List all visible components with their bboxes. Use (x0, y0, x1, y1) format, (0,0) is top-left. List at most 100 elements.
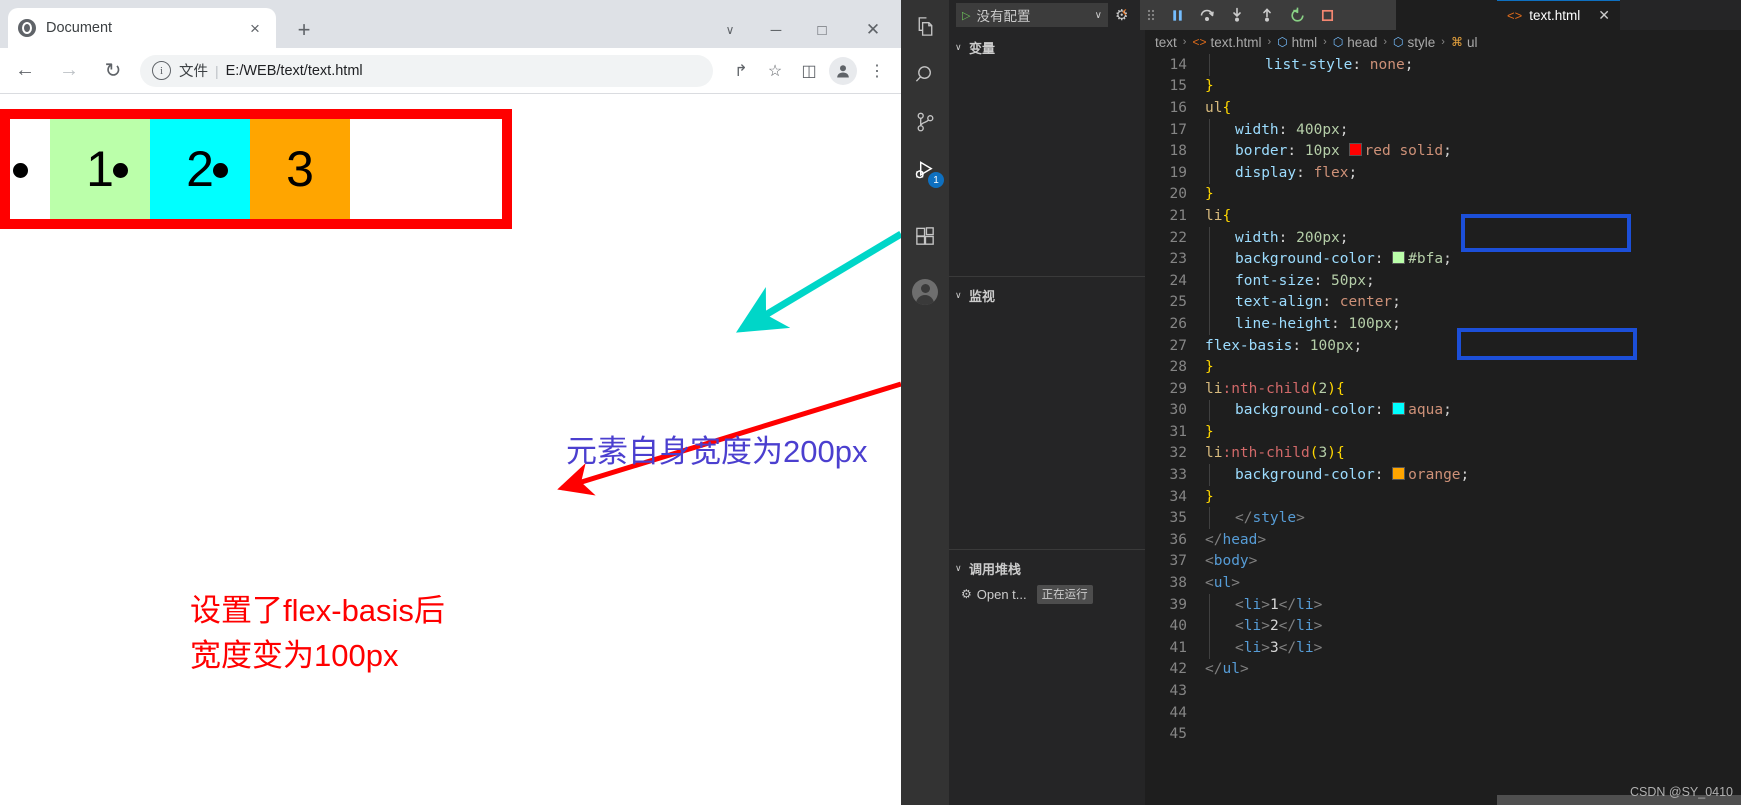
breadcrumb-item-text[interactable]: text (1155, 35, 1177, 50)
code-text: li:nth-child(2){ (1205, 381, 1345, 397)
step-out-button[interactable] (1252, 0, 1282, 30)
step-into-icon (1229, 7, 1245, 23)
info-icon[interactable]: i (152, 61, 171, 80)
pause-button[interactable] (1162, 0, 1192, 30)
share-icon[interactable]: ↱ (725, 55, 757, 87)
line-number: 18 (1145, 143, 1205, 159)
code-line: 44 (1145, 702, 1741, 724)
divider (949, 276, 1145, 277)
debug-section-variables[interactable]: ∨ 变量 (949, 36, 1145, 58)
code-text: ul{ (1205, 100, 1231, 116)
breadcrumb-item-ul[interactable]: ⌘ul (1451, 35, 1478, 50)
window-close-button[interactable]: ✕ (845, 6, 901, 54)
line-number: 42 (1145, 661, 1205, 677)
debug-configuration-select[interactable]: ▷ 没有配置 ∨ (956, 3, 1108, 27)
code-text: } (1205, 78, 1214, 94)
code-text: border: 10px red solid; (1205, 143, 1452, 159)
demo-list-item: 1 (50, 119, 150, 219)
debug-sidebar: ▷ 没有配置 ∨ ⚙ ∨ 变量 ∨ 监视 ∨ 调用堆栈 ⚙ (949, 0, 1145, 805)
indent-guide (1209, 270, 1210, 292)
debug-section-callstack-label: 调用堆栈 (969, 559, 1021, 578)
code-line: 32li:nth-child(3){ (1145, 443, 1741, 465)
code-text: font-size: 50px; (1205, 273, 1375, 289)
line-number: 31 (1145, 424, 1205, 440)
close-icon[interactable]: ✕ (1598, 7, 1610, 24)
chevron-down-icon[interactable]: ∨ (707, 6, 753, 54)
close-icon[interactable]: × (244, 17, 266, 39)
code-editor[interactable]: 14list-style: none;15}16ul{17width: 400p… (1145, 54, 1741, 805)
code-text: background-color: aqua; (1205, 402, 1452, 418)
demo-list-item: 2 (150, 119, 250, 219)
address-bar[interactable]: i 文件 | E:/WEB/text/text.html (140, 55, 713, 87)
step-over-button[interactable] (1192, 0, 1222, 30)
flex-basis-highlight (1457, 328, 1637, 360)
sidebar-item-extensions[interactable] (901, 212, 949, 260)
breadcrumb-item-head[interactable]: ⬡head (1333, 35, 1378, 50)
callstack-row[interactable]: ⚙ Open t... 正在运行 (949, 582, 1145, 606)
line-number: 29 (1145, 381, 1205, 397)
profile-avatar[interactable] (827, 55, 859, 87)
breadcrumb-separator: › (1323, 36, 1327, 48)
sidebar-item-run-and-debug[interactable]: 1 (901, 146, 949, 194)
stop-button[interactable] (1312, 0, 1342, 30)
browser-menu-icon[interactable]: ⋮ (861, 55, 893, 87)
code-line: 27flex-basis: 100px; (1145, 335, 1741, 357)
callstack-session-name: Open t... (977, 587, 1027, 602)
code-text: </ul> (1205, 661, 1249, 677)
window-controls: ∨ ─ □ ✕ (707, 6, 901, 54)
divider (949, 549, 1145, 550)
browser-tab-document[interactable]: Document × (8, 8, 276, 48)
browser-tab-title: Document (46, 20, 244, 36)
breadcrumb-separator: › (1383, 36, 1387, 48)
side-panel-icon[interactable]: ◫ (793, 55, 825, 87)
symbol-cube-icon: ⬡ (1277, 35, 1287, 49)
line-number: 38 (1145, 575, 1205, 591)
breadcrumb: text›<>text.html›⬡html›⬡head›⬡style›⌘ul (1145, 30, 1741, 54)
forward-button[interactable]: → (50, 52, 88, 90)
vscode-window: 1 ▷ 没有配置 ∨ ⚙ ∨ (901, 0, 1741, 805)
drag-handle[interactable] (1140, 8, 1162, 22)
url-scheme-label: 文件 (179, 60, 208, 81)
breadcrumb-item-style[interactable]: ⬡style (1393, 35, 1435, 50)
minimize-button[interactable]: ─ (753, 6, 799, 54)
code-line: 25text-align: center; (1145, 292, 1741, 314)
line-number: 23 (1145, 251, 1205, 267)
sidebar-item-source-control[interactable] (901, 98, 949, 146)
bookmark-star-icon[interactable]: ☆ (759, 55, 791, 87)
code-line: 17width: 400px; (1145, 119, 1741, 141)
debug-section-callstack[interactable]: ∨ 调用堆栈 (949, 557, 1145, 579)
maximize-button[interactable]: □ (799, 6, 845, 54)
reload-button[interactable]: ↻ (94, 52, 132, 90)
sidebar-item-explorer[interactable] (901, 2, 949, 50)
debug-toolbar-collapse-icon[interactable]: ‹ (1122, 3, 1127, 20)
code-text: list-style: none; (1205, 57, 1413, 73)
debug-section-watch[interactable]: ∨ 监视 (949, 284, 1145, 306)
account-icon[interactable] (901, 268, 949, 316)
person-icon (835, 63, 851, 79)
restart-icon (1289, 7, 1306, 24)
sidebar-item-search[interactable] (901, 50, 949, 98)
breadcrumb-item-text-html[interactable]: <>text.html (1192, 35, 1261, 50)
step-into-button[interactable] (1222, 0, 1252, 30)
indent-guide (1209, 400, 1210, 422)
debug-floating-toolbar (1140, 0, 1396, 30)
debug-config-label: 没有配置 (976, 5, 1094, 25)
account-avatar (912, 279, 938, 305)
new-tab-button[interactable]: + (290, 16, 318, 44)
restart-button[interactable] (1282, 0, 1312, 30)
play-icon[interactable]: ▷ (962, 9, 970, 22)
code-line: 36</head> (1145, 529, 1741, 551)
line-number: 37 (1145, 553, 1205, 569)
code-line: 41<li>3</li> (1145, 637, 1741, 659)
activity-bar: 1 (901, 0, 949, 805)
indent-guide (1209, 248, 1210, 270)
chevron-down-icon[interactable]: ∨ (1095, 10, 1102, 21)
code-line: 39<li>1</li> (1145, 594, 1741, 616)
back-button[interactable]: ← (6, 52, 44, 90)
tab-text-html[interactable]: <> text.html ✕ (1497, 0, 1620, 30)
code-text: width: 200px; (1205, 230, 1349, 246)
breadcrumb-label: style (1408, 35, 1436, 50)
code-text: <li>1</li> (1205, 597, 1322, 613)
code-text: } (1205, 186, 1214, 202)
breadcrumb-item-html[interactable]: ⬡html (1277, 35, 1317, 50)
